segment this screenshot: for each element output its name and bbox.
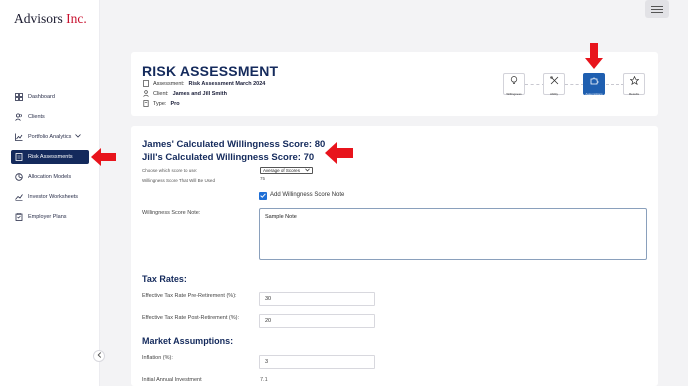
menu-icon-line	[651, 5, 663, 7]
step-label: Willingness	[506, 92, 522, 96]
hamburger-menu-button[interactable]	[645, 0, 669, 18]
sidebar-item-risk-assessments[interactable]: Risk Assessments	[11, 150, 89, 164]
tools-icon	[549, 72, 559, 90]
initial-investment-value: 7.1	[260, 377, 268, 383]
sidebar-item-portfolio-analytics[interactable]: Portfolio Analytics	[11, 130, 89, 144]
logo-inc-text: Inc.	[66, 11, 87, 26]
sidebar-item-investor-worksheets[interactable]: Investor Worksheets	[11, 190, 89, 204]
sidebar-item-clients[interactable]: Clients	[11, 110, 89, 124]
pre-retirement-tax-input[interactable]: 30	[259, 292, 375, 306]
page-title: RISK ASSESSMENT	[142, 63, 279, 79]
assessment-value: Risk Assessment March 2024	[188, 80, 266, 87]
sidebar-item-label: Investor Worksheets	[28, 194, 79, 200]
document-icon	[142, 80, 149, 87]
chevron-down-icon	[75, 134, 82, 140]
tax-rates-title: Tax Rates:	[142, 274, 187, 284]
client-label: Client:	[153, 90, 169, 97]
sidebar-item-dashboard[interactable]: Dashboard	[11, 90, 89, 104]
step-willingness[interactable]: Willingness	[503, 72, 525, 96]
pre-retirement-tax-label: Effective Tax Rate Pre-Retirement (%):	[142, 293, 237, 299]
annotation-arrow-left-icon	[325, 142, 353, 164]
star-icon	[628, 72, 640, 90]
add-note-label: Add Willingness Score Note	[270, 192, 345, 198]
inflation-input[interactable]: 3	[259, 355, 375, 369]
post-retirement-tax-input[interactable]: 20	[259, 314, 375, 328]
score-used-value: 75	[260, 176, 266, 181]
jill-score-heading: Jill's Calculated Willingness Score: 70	[142, 152, 315, 163]
menu-icon-line	[651, 11, 663, 13]
add-note-checkbox[interactable]	[259, 192, 267, 200]
sidebar-item-allocation-models[interactable]: Allocation Models	[11, 170, 89, 184]
step-results[interactable]: Results	[623, 72, 645, 96]
type-label: Type:	[153, 100, 167, 107]
step-connector	[565, 84, 584, 85]
sidebar-item-label: Risk Assessments	[28, 154, 73, 160]
user-icon	[142, 90, 149, 97]
line-chart-icon	[15, 193, 23, 201]
client-meta: Client: James and Jill Smith	[142, 90, 227, 97]
assessment-meta: Assessment: Risk Assessment March 2024	[142, 80, 265, 87]
sidebar-item-label: Employer Plans	[28, 214, 67, 220]
step-label: Ability	[549, 92, 558, 96]
type-meta: Type: Pro	[142, 100, 180, 107]
collapse-sidebar-button[interactable]	[93, 350, 105, 362]
james-score-heading: James' Calculated Willingness Score: 80	[142, 139, 326, 150]
score-select[interactable]: Average of Scores	[260, 167, 313, 174]
annotation-arrow-down-icon	[585, 43, 603, 69]
post-retirement-tax-label: Effective Tax Rate Post-Retirement (%):	[142, 315, 239, 321]
sidebar-item-label: Allocation Models	[28, 174, 72, 180]
assumptions-card: James' Calculated Willingness Score: 80 …	[131, 126, 658, 386]
assessment-label: Assessment:	[153, 80, 185, 87]
inflation-label: Inflation (%):	[142, 355, 173, 361]
step-label: Assumptions	[585, 92, 603, 96]
sidebar-item-label: Portfolio Analytics	[28, 134, 72, 140]
market-assumptions-title: Market Assumptions:	[142, 336, 234, 346]
step-label: Results	[628, 92, 639, 96]
chevron-left-icon	[97, 352, 102, 360]
tag-icon	[142, 100, 149, 107]
menu-icon-line	[651, 8, 663, 10]
score-select-value: Average of Scores	[263, 168, 300, 173]
type-value: Pro	[170, 100, 180, 107]
puzzle-icon	[590, 72, 599, 90]
choose-score-label: Choose which score to use:	[142, 168, 198, 173]
note-textarea[interactable]: Sample Note	[259, 208, 647, 260]
step-connector	[606, 84, 624, 85]
note-label: Willingness Score Note:	[142, 210, 201, 216]
step-ability[interactable]: Ability	[543, 72, 565, 96]
pie-icon	[15, 173, 23, 181]
users-icon	[15, 113, 23, 121]
client-value: James and Jill Smith	[172, 90, 228, 97]
lightbulb-icon	[510, 72, 518, 90]
grid-icon	[15, 93, 23, 101]
initial-investment-label: Initial Annual Investment	[142, 377, 202, 383]
annotation-arrow-left-icon	[91, 148, 116, 166]
document-icon	[15, 153, 23, 161]
score-used-label: Willingness Score That Will Be Used	[142, 178, 215, 183]
sidebar-item-label: Clients	[28, 114, 45, 120]
step-connector	[525, 84, 545, 85]
sidebar-item-label: Dashboard	[28, 94, 55, 100]
step-assumptions[interactable]: Assumptions	[583, 72, 605, 96]
logo-main-text: Advisors	[14, 11, 63, 26]
clipboard-icon	[15, 213, 23, 221]
chart-icon	[15, 133, 23, 141]
sidebar: Advisors Inc. Dashboard Clients Portfoli…	[0, 0, 100, 386]
sidebar-item-employer-plans[interactable]: Employer Plans	[11, 210, 89, 224]
chevron-down-icon	[305, 168, 310, 173]
check-icon	[260, 192, 266, 200]
app-logo[interactable]: Advisors Inc.	[14, 11, 87, 27]
